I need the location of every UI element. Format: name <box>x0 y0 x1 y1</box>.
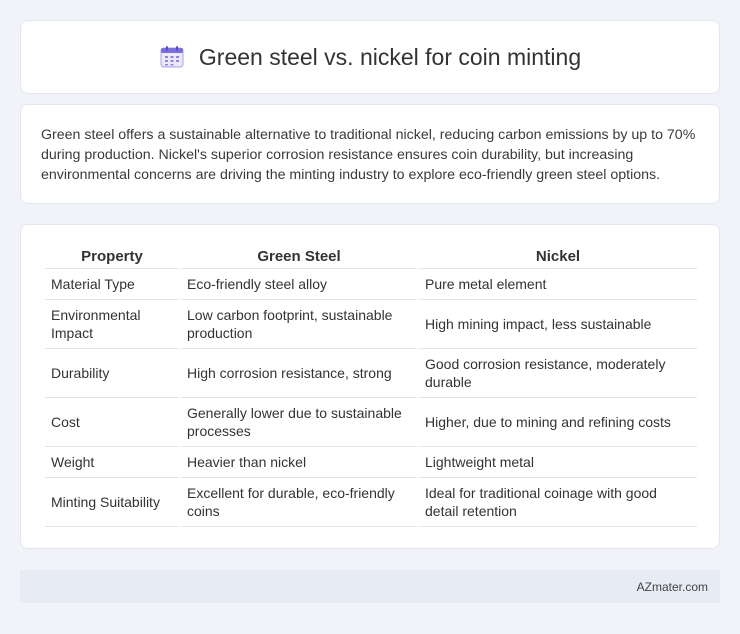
column-header-green-steel: Green Steel <box>181 241 417 269</box>
table-header-row: Property Green Steel Nickel <box>45 241 697 269</box>
cell-green-steel: Low carbon footprint, sustainable produc… <box>181 300 417 349</box>
table-row: Weight Heavier than nickel Lightweight m… <box>45 447 697 478</box>
calendar-icon <box>159 45 185 69</box>
summary-text: Green steel offers a sustainable alterna… <box>41 127 696 183</box>
cell-property: Material Type <box>45 269 179 300</box>
title-wrap: Green steel vs. nickel for coin minting <box>159 44 581 71</box>
cell-green-steel: Eco-friendly steel alloy <box>181 269 417 300</box>
cell-green-steel: High corrosion resistance, strong <box>181 349 417 398</box>
cell-nickel: Pure metal element <box>419 269 697 300</box>
summary-card: Green steel offers a sustainable alterna… <box>20 104 720 204</box>
cell-property: Minting Suitability <box>45 478 179 527</box>
column-header-nickel: Nickel <box>419 241 697 269</box>
cell-green-steel: Heavier than nickel <box>181 447 417 478</box>
cell-nickel: Lightweight metal <box>419 447 697 478</box>
cell-property: Durability <box>45 349 179 398</box>
cell-nickel: Good corrosion resistance, moderately du… <box>419 349 697 398</box>
footer-brand: AZmater.com <box>636 579 708 594</box>
comparison-table-card: Property Green Steel Nickel Material Typ… <box>20 224 720 549</box>
page-title: Green steel vs. nickel for coin minting <box>198 43 582 70</box>
title-card: Green steel vs. nickel for coin minting <box>20 20 720 94</box>
table-row: Cost Generally lower due to sustainable … <box>45 398 697 447</box>
cell-property: Environmental Impact <box>45 300 179 349</box>
table-row: Material Type Eco-friendly steel alloy P… <box>45 269 697 300</box>
cell-nickel: Ideal for traditional coinage with good … <box>419 478 697 527</box>
cell-green-steel: Excellent for durable, eco-friendly coin… <box>181 478 417 527</box>
cell-property: Weight <box>45 447 179 478</box>
footer: AZmater.com <box>20 570 720 603</box>
column-header-property: Property <box>45 241 179 269</box>
comparison-table: Property Green Steel Nickel Material Typ… <box>43 241 699 527</box>
cell-nickel: High mining impact, less sustainable <box>419 300 697 349</box>
cell-property: Cost <box>45 398 179 447</box>
table-row: Minting Suitability Excellent for durabl… <box>45 478 697 527</box>
table-row: Environmental Impact Low carbon footprin… <box>45 300 697 349</box>
cell-nickel: Higher, due to mining and refining costs <box>419 398 697 447</box>
table-row: Durability High corrosion resistance, st… <box>45 349 697 398</box>
cell-green-steel: Generally lower due to sustainable proce… <box>181 398 417 447</box>
